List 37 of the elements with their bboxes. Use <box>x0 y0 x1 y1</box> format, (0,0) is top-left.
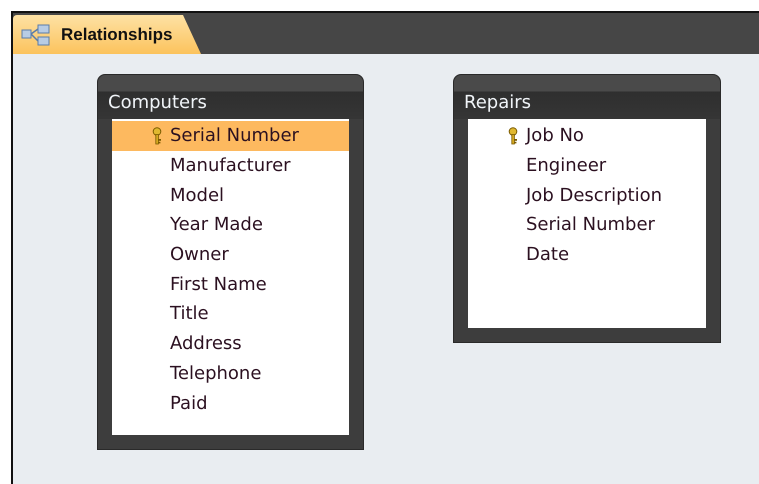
field-name: Address <box>170 333 242 354</box>
field-name: Paid <box>170 392 208 414</box>
field-name: Serial Number <box>526 214 655 236</box>
field-name: Serial Number <box>170 125 299 146</box>
table-title: Repairs <box>454 75 720 119</box>
key-icon <box>152 126 162 145</box>
field-row[interactable]: Owner <box>112 240 349 270</box>
field-row[interactable]: Title <box>112 299 349 329</box>
field-row[interactable]: Job No <box>468 121 706 151</box>
table-window[interactable]: Computers Serial Number Manufacturer Model Year Made Owner First Name Title Address Telephone Paid <box>97 74 364 450</box>
field-row[interactable]: Job Description <box>468 180 706 210</box>
field-row[interactable]: Telephone <box>112 358 349 388</box>
field-name: Telephone <box>170 362 262 384</box>
field-row[interactable]: First Name <box>112 269 349 300</box>
field-name: Engineer <box>526 155 606 176</box>
field-row[interactable]: Manufacturer <box>112 150 349 180</box>
field-row[interactable]: Address <box>112 328 349 358</box>
field-name: Job Description <box>526 184 662 206</box>
table-window[interactable]: Repairs Job No Engineer Job Description Serial Number Date <box>453 74 721 343</box>
table-title: Computers <box>98 75 363 119</box>
field-row[interactable]: Engineer <box>468 150 706 180</box>
field-name: Owner <box>170 244 229 266</box>
field-row[interactable]: Paid <box>112 388 349 418</box>
field-row[interactable]: Model <box>112 180 349 210</box>
field-name: First Name <box>170 274 267 295</box>
field-name: Manufacturer <box>170 155 291 176</box>
field-name: Title <box>170 303 209 324</box>
relationships-icon <box>21 24 51 46</box>
field-row[interactable]: Serial Number <box>468 210 706 240</box>
field-name: Model <box>170 184 224 206</box>
field-row[interactable]: Date <box>468 240 706 270</box>
field-name: Job No <box>526 125 584 146</box>
field-name: Date <box>526 244 570 266</box>
field-name: Year Made <box>170 214 263 236</box>
field-row[interactable]: Serial Number <box>112 121 349 151</box>
key-icon <box>508 126 518 145</box>
field-row[interactable]: Year Made <box>112 210 349 240</box>
